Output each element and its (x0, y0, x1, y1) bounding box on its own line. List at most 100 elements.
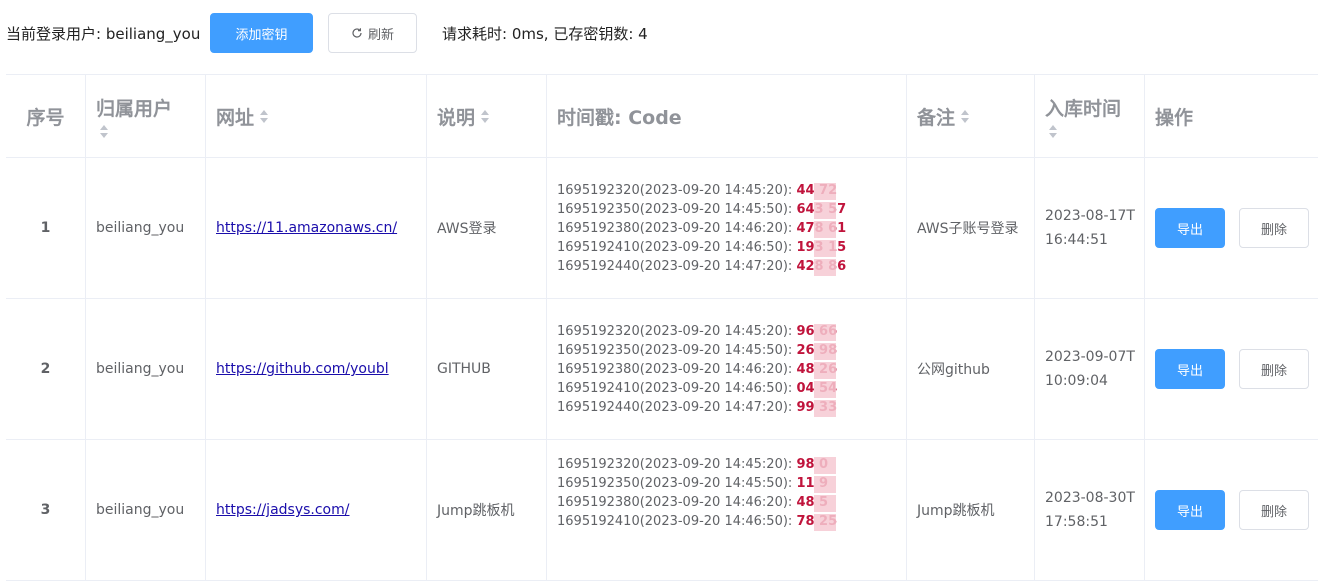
stored-date: 2023-09-07T (1045, 349, 1135, 365)
row-index: 3 (6, 440, 86, 580)
header-url-label: 网址 (216, 106, 255, 129)
header-code: 时间戳: Code (547, 75, 907, 157)
row-codes: 1695192320(2023-09-20 14:45:20): 98 0 16… (547, 440, 907, 580)
code-timestamp: 1695192350(2023-09-20 14:45:50): (557, 342, 797, 358)
row-stored-time: 2023-08-30T 17:58:51 (1035, 440, 1145, 580)
code-line: 1695192350(2023-09-20 14:45:50): 11 9 (557, 476, 837, 493)
topbar: 当前登录用户: beiliang_you (6, 13, 200, 53)
redaction-mask (814, 220, 836, 238)
table-row: 1 beiliang_you https://11.amazonaws.cn/ … (6, 158, 1318, 299)
keys-table: 序号 归属用户 网址 说明 时间戳: Code 备注 入库时间 操作 1 bei… (6, 74, 1318, 581)
row-stored-time: 2023-09-07T 10:09:04 (1035, 299, 1145, 439)
redaction-mask (814, 457, 836, 474)
delete-button[interactable]: 删除 (1239, 208, 1309, 248)
row-desc: GITHUB (427, 299, 547, 439)
delete-button[interactable]: 删除 (1239, 490, 1309, 530)
row-codes: 1695192320(2023-09-20 14:45:20): 96 66 1… (547, 299, 907, 439)
row-index: 1 (6, 158, 86, 298)
code-timestamp: 1695192380(2023-09-20 14:46:20): (557, 495, 797, 510)
refresh-wrap: 刷新 (328, 13, 417, 53)
add-key-button[interactable]: 添加密钥 (210, 13, 313, 53)
current-user-label: 当前登录用户: beiliang_you (6, 24, 201, 43)
redaction-mask (814, 201, 836, 219)
export-button[interactable]: 导出 (1155, 349, 1225, 389)
redaction-mask (814, 399, 836, 417)
stored-time: 10:09:04 (1045, 373, 1108, 389)
row-url-cell: https://11.amazonaws.cn/ (206, 158, 427, 298)
sort-caret-icon[interactable] (1049, 125, 1057, 138)
export-button[interactable]: 导出 (1155, 208, 1225, 248)
export-button[interactable]: 导出 (1155, 490, 1225, 530)
header-stored-time[interactable]: 入库时间 (1035, 75, 1145, 157)
redaction-mask (814, 361, 836, 379)
header-desc[interactable]: 说明 (427, 75, 547, 157)
header-actions: 操作 (1155, 106, 1194, 129)
code-timestamp: 1695192350(2023-09-20 14:45:50): (557, 476, 797, 491)
row-note: AWS子账号登录 (907, 158, 1035, 298)
code-line: 1695192440(2023-09-20 14:47:20): 428 86 (557, 258, 846, 276)
row-url-link[interactable]: https://11.amazonaws.cn/ (216, 220, 397, 236)
refresh-label: 刷新 (367, 27, 394, 43)
header-note-label: 备注 (917, 106, 956, 129)
row-desc: Jump跳板机 (427, 440, 547, 580)
stored-time: 17:58:51 (1045, 514, 1108, 530)
delete-button[interactable]: 删除 (1239, 349, 1309, 389)
redaction-mask (814, 323, 836, 341)
code-timestamp: 1695192320(2023-09-20 14:45:20): (557, 182, 797, 198)
code-line: 1695192320(2023-09-20 14:45:20): 44 72 (557, 182, 846, 200)
header-owner[interactable]: 归属用户 (86, 75, 206, 157)
redaction-mask (814, 239, 836, 257)
code-line: 1695192320(2023-09-20 14:45:20): 96 66 (557, 323, 837, 341)
header-stored-time-label: 入库时间 (1045, 98, 1122, 120)
code-line: 1695192410(2023-09-20 14:46:50): 193 15 (557, 239, 846, 257)
header-desc-label: 说明 (437, 106, 476, 129)
table-row: 3 beiliang_you https://jadsys.com/ Jump跳… (6, 440, 1318, 581)
redaction-mask (814, 476, 836, 493)
code-line: 1695192380(2023-09-20 14:46:20): 478 61 (557, 220, 846, 238)
redaction-mask (814, 258, 836, 276)
header-note[interactable]: 备注 (907, 75, 1035, 157)
row-stored-time: 2023-08-17T 16:44:51 (1035, 158, 1145, 298)
row-actions: 导出 删除 (1145, 440, 1318, 580)
redaction-mask (814, 514, 836, 531)
code-line: 1695192440(2023-09-20 14:47:20): 99 33 (557, 399, 837, 417)
toolbar: 添加密钥 (210, 13, 313, 53)
row-url-link[interactable]: https://jadsys.com/ (216, 502, 349, 518)
row-index: 2 (6, 299, 86, 439)
row-codes: 1695192320(2023-09-20 14:45:20): 44 72 1… (547, 158, 907, 298)
header-owner-label: 归属用户 (96, 98, 173, 120)
code-timestamp: 1695192380(2023-09-20 14:46:20): (557, 220, 797, 236)
sort-caret-icon[interactable] (260, 109, 269, 123)
header-index: 序号 (6, 75, 86, 157)
code-timestamp: 1695192410(2023-09-20 14:46:50): (557, 380, 797, 396)
redaction-mask (814, 342, 836, 360)
code-timestamp: 1695192320(2023-09-20 14:45:20): (557, 457, 797, 472)
table-row: 2 beiliang_you https://github.com/youbl … (6, 299, 1318, 440)
row-actions: 导出 删除 (1145, 158, 1318, 298)
code-line: 1695192410(2023-09-20 14:46:50): 04 54 (557, 380, 837, 398)
code-line: 1695192350(2023-09-20 14:45:50): 643 57 (557, 201, 846, 219)
row-url-link[interactable]: https://github.com/youbl (216, 361, 389, 377)
code-line: 1695192380(2023-09-20 14:46:20): 48 5 (557, 495, 837, 512)
sort-caret-icon[interactable] (100, 125, 108, 138)
sort-caret-icon[interactable] (481, 109, 490, 123)
redaction-mask (814, 380, 836, 398)
header-url[interactable]: 网址 (206, 75, 427, 157)
table-header-row: 序号 归属用户 网址 说明 时间戳: Code 备注 入库时间 操作 (6, 75, 1318, 158)
code-timestamp: 1695192380(2023-09-20 14:46:20): (557, 361, 797, 377)
code-timestamp: 1695192350(2023-09-20 14:45:50): (557, 201, 797, 217)
code-line: 1695192410(2023-09-20 14:46:50): 78 25 (557, 514, 837, 531)
redaction-mask (814, 182, 836, 200)
row-note: 公网github (907, 299, 1035, 439)
refresh-icon (352, 28, 362, 38)
stored-date: 2023-08-17T (1045, 208, 1135, 224)
row-url-cell: https://jadsys.com/ (206, 440, 427, 580)
code-timestamp: 1695192410(2023-09-20 14:46:50): (557, 514, 797, 529)
sort-caret-icon[interactable] (961, 109, 970, 123)
row-url-cell: https://github.com/youbl (206, 299, 427, 439)
row-owner: beiliang_you (86, 299, 206, 439)
refresh-button[interactable]: 刷新 (328, 13, 417, 53)
code-timestamp: 1695192440(2023-09-20 14:47:20): (557, 258, 797, 274)
row-owner: beiliang_you (86, 158, 206, 298)
request-info: 请求耗时: 0ms, 已存密钥数: 4 (442, 24, 648, 43)
